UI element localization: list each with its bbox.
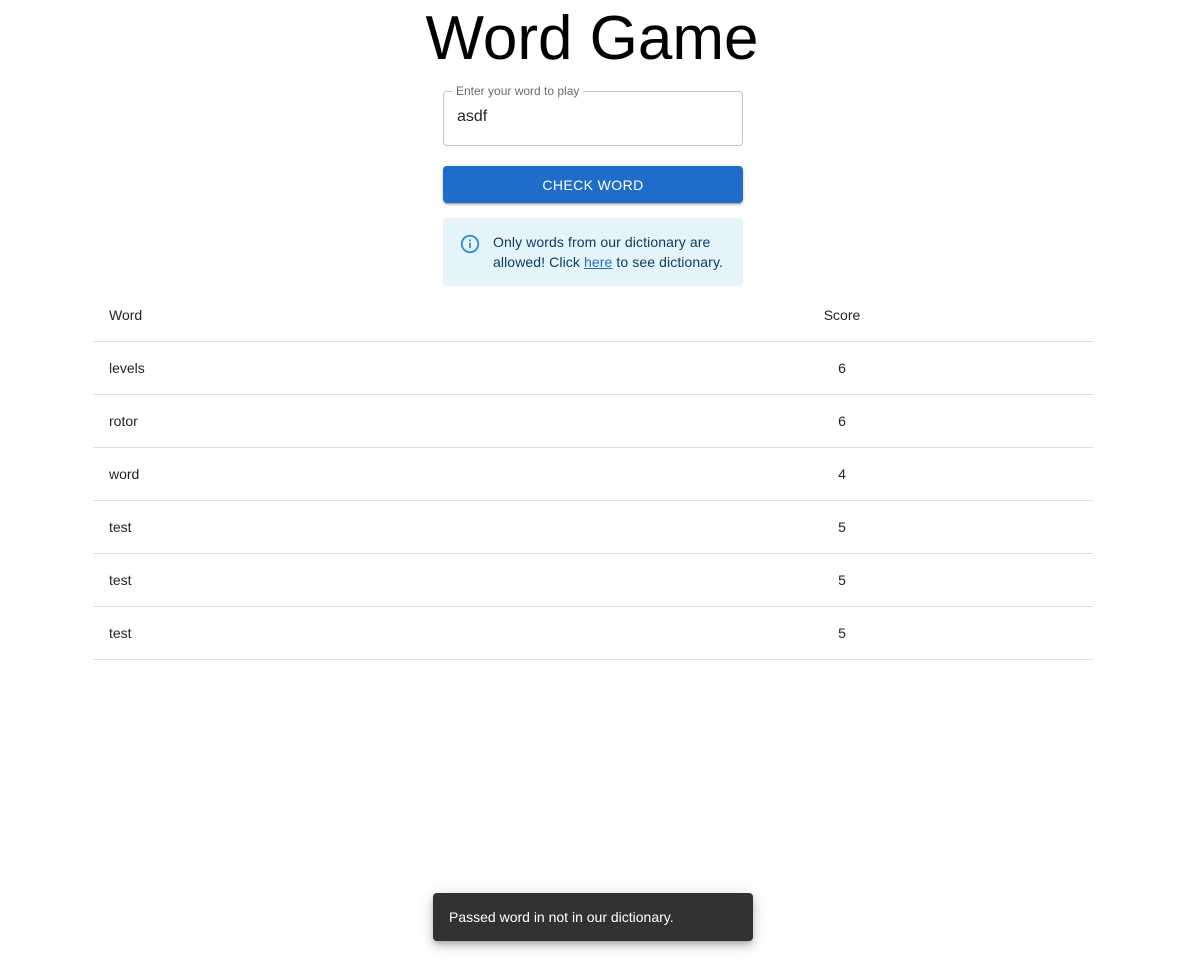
table-row: levels 6 xyxy=(93,341,1093,395)
info-alert: Only words from our dictionary are allow… xyxy=(443,218,743,286)
word-cell: levels xyxy=(93,341,591,395)
info-icon xyxy=(460,234,480,254)
score-cell: 4 xyxy=(591,447,1093,501)
word-input[interactable] xyxy=(443,90,743,146)
word-game-page: Word Game Enter your word to play CHECK … xyxy=(0,0,1184,960)
check-word-button[interactable]: CHECK WORD xyxy=(443,166,743,203)
info-alert-message: Only words from our dictionary are allow… xyxy=(493,232,727,272)
column-header-score: Score xyxy=(591,288,1093,342)
snackbar-message: Passed word in not in our dictionary. xyxy=(449,909,674,925)
score-cell: 5 xyxy=(591,500,1093,554)
table-row: test 5 xyxy=(93,606,1093,660)
page-title: Word Game xyxy=(425,4,759,73)
word-cell: word xyxy=(93,447,591,501)
table-row: test 5 xyxy=(93,553,1093,607)
error-snackbar: Passed word in not in our dictionary. xyxy=(433,893,753,941)
score-cell: 6 xyxy=(591,341,1093,395)
dictionary-link[interactable]: here xyxy=(584,254,612,270)
table-row: word 4 xyxy=(93,447,1093,501)
word-cell: rotor xyxy=(93,394,591,448)
column-header-word: Word xyxy=(93,288,591,342)
word-cell: test xyxy=(93,553,591,607)
score-table: Word Score levels 6 rotor 6 word 4 test … xyxy=(93,288,1093,660)
score-cell: 5 xyxy=(591,606,1093,660)
info-alert-text-end: to see dictionary. xyxy=(612,254,723,270)
word-cell: test xyxy=(93,606,591,660)
word-cell: test xyxy=(93,500,591,554)
word-input-field[interactable]: Enter your word to play xyxy=(443,85,743,146)
score-cell: 6 xyxy=(591,394,1093,448)
table-header-row: Word Score xyxy=(93,288,1093,342)
table-row: test 5 xyxy=(93,500,1093,554)
table-row: rotor 6 xyxy=(93,394,1093,448)
score-cell: 5 xyxy=(591,553,1093,607)
